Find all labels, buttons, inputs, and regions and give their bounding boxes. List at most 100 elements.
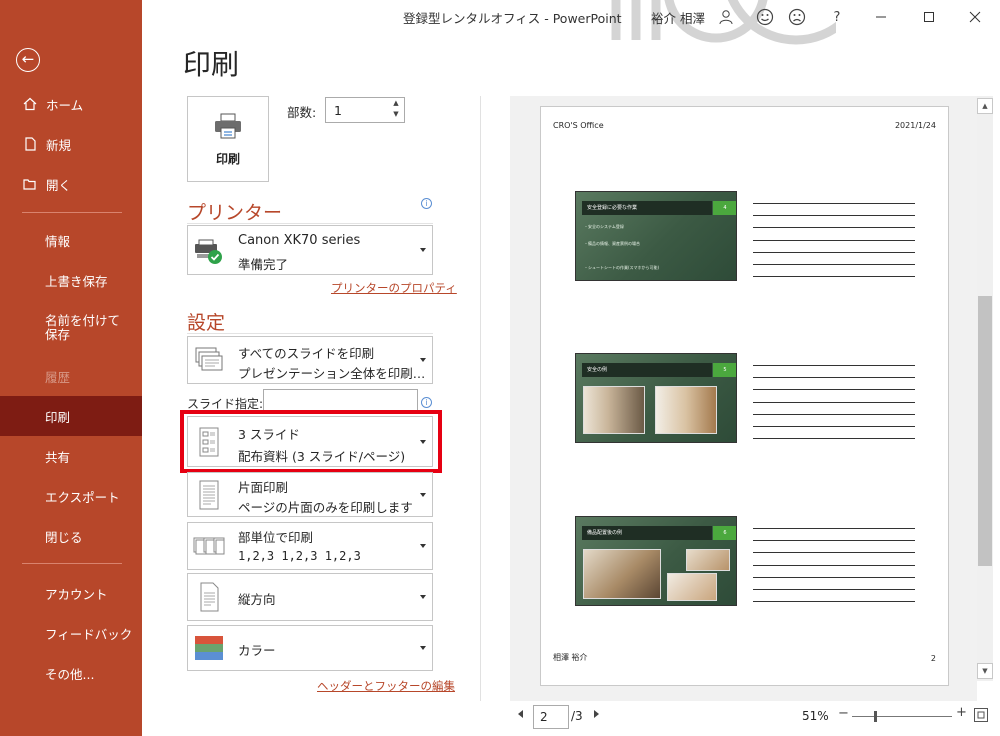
chevron-down-icon <box>420 248 426 252</box>
scroll-down-icon[interactable]: ▼ <box>977 663 993 679</box>
settings-heading: 設定 <box>187 312 226 334</box>
nav-item-close[interactable]: 閉じる <box>0 516 142 556</box>
nav-item-label: 履歴 <box>45 369 71 385</box>
next-page-icon[interactable] <box>594 710 599 718</box>
room-photo <box>583 386 645 434</box>
nav-item-account[interactable]: アカウント <box>0 573 142 613</box>
nav-item-label: フィードバック <box>45 626 133 642</box>
slide-number: 5 <box>713 363 736 377</box>
nav-item-share[interactable]: 共有 <box>0 436 142 476</box>
slide-title: 備品配置後の例 <box>587 530 623 536</box>
nav-item-print[interactable]: 印刷 <box>0 396 142 436</box>
nav-item-label: 名前を付けて保存 <box>45 313 121 342</box>
slide-thumbnail: 安全登録に必要な作業 4 ・安全のシステム登録 ・備品の情報、資産票例の場合 ・… <box>575 191 737 281</box>
zoom-slider-thumb[interactable] <box>874 711 877 722</box>
maximize-icon[interactable] <box>918 6 940 28</box>
close-icon[interactable] <box>964 6 986 28</box>
chevron-down-icon <box>420 544 426 548</box>
help-icon[interactable]: ? <box>826 6 848 28</box>
nav-item-export[interactable]: エクスポート <box>0 476 142 516</box>
chevron-down-icon <box>420 595 426 599</box>
scroll-up-icon[interactable]: ▲ <box>977 98 993 114</box>
preview-scrollbar[interactable]: ▲ ▼ <box>977 96 993 681</box>
nav-item-label: エクスポート <box>45 489 120 505</box>
nav-item-history: 履歴 <box>0 356 142 396</box>
minimize-icon[interactable] <box>870 6 892 28</box>
printer-select[interactable]: Canon XK70 series 準備完了 <box>187 225 433 275</box>
info-icon[interactable]: i <box>421 397 432 408</box>
page-total: /3 <box>571 709 583 723</box>
info-icon[interactable]: i <box>421 198 432 209</box>
chevron-down-icon <box>420 646 426 650</box>
collate-desc: 1,2,3 1,2,3 1,2,3 <box>238 549 361 563</box>
print-range-select[interactable]: すべてのスライドを印刷 プレゼンテーション全体を印刷… <box>187 336 433 384</box>
window-title: 登録型レンタルオフィス - PowerPoint <box>403 11 622 26</box>
user-name[interactable]: 裕介 相澤 <box>651 8 705 27</box>
slide-text: ・安全のシステム登録 <box>584 224 624 229</box>
nav-item-open[interactable]: 開く <box>0 164 142 204</box>
printer-status-icon <box>193 234 225 266</box>
portrait-icon <box>193 581 225 613</box>
nav-divider <box>22 212 122 213</box>
zoom-in-button[interactable]: + <box>956 705 967 720</box>
nav-item-info[interactable]: 情報 <box>0 220 142 260</box>
slide-thumbnail: 安全の例 5 <box>575 353 737 443</box>
print-button[interactable]: 印刷 <box>187 96 269 182</box>
fit-to-window-icon[interactable] <box>974 708 988 722</box>
back-arrow-icon[interactable]: ← <box>16 48 40 72</box>
orientation-title: 縦方向 <box>238 592 276 607</box>
zoom-slider[interactable] <box>852 716 952 717</box>
slide-thumbnail: 備品配置後の例 6 <box>575 516 737 606</box>
user-account-icon[interactable] <box>715 6 737 28</box>
slide-text: ・シュートシートの作業(スマホから可能) <box>584 265 660 270</box>
copies-label: 部数: <box>287 105 317 120</box>
nav-item-label: アカウント <box>45 586 108 602</box>
printer-heading: プリンター <box>187 202 283 224</box>
page-footer-right: 2 <box>930 654 936 663</box>
page-footer-left: 相澤 裕介 <box>553 653 588 662</box>
page-header-left: CRO'S Office <box>553 121 604 130</box>
slide-title-band: 安全の例 <box>582 363 712 377</box>
one-sided-icon <box>193 479 225 511</box>
header-footer-link[interactable]: ヘッダーとフッターの編集 <box>317 678 455 694</box>
copies-value: 1 <box>334 103 342 118</box>
copies-stepper[interactable]: ▲ ▼ <box>388 98 404 122</box>
nav-item-save[interactable]: 上書き保存 <box>0 260 142 300</box>
collate-title: 部単位で印刷 <box>238 530 314 545</box>
chevron-down-icon <box>420 492 426 497</box>
scroll-thumb[interactable] <box>978 296 992 566</box>
color-select[interactable]: カラー <box>187 625 433 671</box>
nav-item-feedback[interactable]: フィードバック <box>0 613 142 653</box>
nav-item-more[interactable]: その他... <box>0 653 142 693</box>
print-button-label: 印刷 <box>215 151 240 166</box>
slide-title-band: 安全登録に必要な作業 <box>582 201 712 215</box>
nav-item-label: 情報 <box>45 233 71 249</box>
slide-title-band: 備品配置後の例 <box>582 526 712 540</box>
copies-input[interactable]: 1 ▲ ▼ <box>325 97 405 123</box>
previous-page-icon[interactable] <box>518 710 523 718</box>
smile-feedback-icon[interactable] <box>754 6 776 28</box>
nav-item-label: 新規 <box>46 137 72 153</box>
slide-text: ・備品の情報、資産票例の場合 <box>584 241 640 246</box>
slide-title: 安全の例 <box>587 367 608 373</box>
nav-item-new[interactable]: 新規 <box>0 124 142 164</box>
sides-title: 片面印刷 <box>238 480 289 495</box>
notes-lines <box>753 365 915 450</box>
nav-item-save-as[interactable]: 名前を付けて保存 <box>0 308 142 352</box>
page-number-input[interactable]: 2 <box>533 705 569 729</box>
zoom-level[interactable]: 51% <box>802 709 829 723</box>
room-photo <box>655 386 717 434</box>
printer-properties-link[interactable]: プリンターのプロパティ <box>331 280 457 296</box>
notes-lines <box>753 528 915 613</box>
heading-rule <box>187 223 433 224</box>
orientation-select[interactable]: 縦方向 <box>187 573 433 621</box>
zoom-out-button[interactable]: − <box>838 706 849 721</box>
sides-select[interactable]: 片面印刷 ページの片面のみを印刷します <box>187 472 433 517</box>
nav-item-home[interactable]: ホーム <box>0 84 142 124</box>
nav-item-label: 開く <box>46 177 72 193</box>
notes-lines <box>753 203 915 288</box>
collate-select[interactable]: 部単位で印刷 1,2,3 1,2,3 1,2,3 <box>187 522 433 570</box>
folder-open-icon <box>22 176 38 192</box>
all-slides-icon <box>193 344 225 376</box>
frown-feedback-icon[interactable] <box>786 6 808 28</box>
